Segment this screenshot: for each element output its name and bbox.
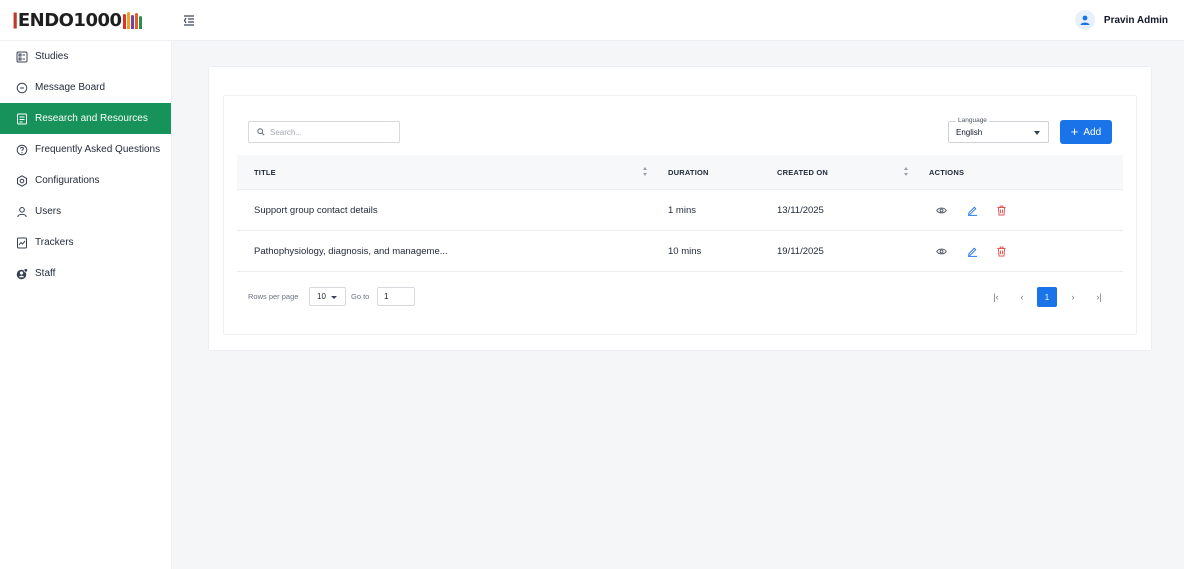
sidebar-item-staff[interactable]: Staff xyxy=(0,258,171,289)
column-header-created-on: CREATED ON xyxy=(777,168,829,177)
table-row: Support group contact details 1 mins 13/… xyxy=(237,190,1123,231)
chevron-down-icon xyxy=(1034,131,1040,135)
delete-icon[interactable] xyxy=(995,245,1007,257)
menu-toggle-icon[interactable] xyxy=(183,14,195,26)
sidebar-item-label: Studies xyxy=(35,51,69,62)
sidebar-item-studies[interactable]: Studies xyxy=(0,41,171,72)
resources-icon xyxy=(15,112,28,125)
sidebar-item-label: Staff xyxy=(35,268,56,279)
row-duration: 1 mins xyxy=(668,205,696,216)
goto-page-input[interactable] xyxy=(377,287,415,306)
sidebar-item-configurations[interactable]: Configurations xyxy=(0,165,171,196)
table-row: Pathophysiology, diagnosis, and manageme… xyxy=(237,231,1123,272)
delete-icon[interactable] xyxy=(995,204,1007,216)
edit-icon[interactable] xyxy=(966,204,978,216)
logo-people-icon xyxy=(122,11,143,29)
sidebar: Studies Message Board Research and Resou… xyxy=(0,41,172,569)
staff-icon xyxy=(15,267,28,280)
question-icon xyxy=(15,143,28,156)
studies-icon xyxy=(15,50,28,63)
sidebar-item-label: Trackers xyxy=(35,237,74,248)
user-menu[interactable]: Pravin Admin xyxy=(1074,10,1168,30)
sort-created-on-icon[interactable] xyxy=(904,167,910,177)
avatar xyxy=(1074,10,1095,30)
sidebar-item-label: Message Board xyxy=(35,82,106,93)
top-bar: ǀ ENDO1000 Pravin Admin xyxy=(0,0,1184,41)
user-name: Pravin Admin xyxy=(1103,14,1168,26)
view-icon[interactable] xyxy=(935,245,947,257)
next-page-icon[interactable]: › xyxy=(1063,287,1083,307)
gear-icon xyxy=(15,174,28,187)
sidebar-item-research-and-resources[interactable]: Research and Resources xyxy=(0,103,171,134)
add-button[interactable]: + Add xyxy=(1060,120,1112,144)
sidebar-item-label: Users xyxy=(35,206,62,217)
column-header-actions: ACTIONS xyxy=(929,168,965,177)
search-input[interactable] xyxy=(270,127,390,137)
chevron-down-icon xyxy=(331,296,337,299)
column-header-title: TITLE xyxy=(254,168,276,177)
sidebar-item-trackers[interactable]: Trackers xyxy=(0,227,171,258)
sidebar-item-label: Configurations xyxy=(35,175,100,186)
row-created-on: 19/11/2025 xyxy=(777,246,824,257)
message-icon xyxy=(15,81,28,94)
plus-icon: + xyxy=(1070,124,1079,139)
edit-icon[interactable] xyxy=(966,245,978,257)
search-box[interactable] xyxy=(248,121,400,143)
language-select[interactable]: Language English xyxy=(948,117,1049,143)
row-title: Support group contact details xyxy=(254,205,378,216)
rows-per-page-select[interactable]: 10 xyxy=(309,287,346,306)
sidebar-item-message-board[interactable]: Message Board xyxy=(0,72,171,103)
rows-per-page-label: Rows per page xyxy=(248,292,299,301)
user-icon xyxy=(15,205,28,218)
language-value: English xyxy=(956,128,983,137)
row-duration: 10 mins xyxy=(668,246,702,257)
sort-title-icon[interactable] xyxy=(643,167,649,177)
add-button-label: Add xyxy=(1083,126,1102,138)
sidebar-item-label: Research and Resources xyxy=(35,113,148,124)
table-header: TITLE DURATION CREATED ON ACTIONS xyxy=(237,155,1123,190)
language-label: Language xyxy=(956,117,989,124)
row-created-on: 13/11/2025 xyxy=(777,205,824,216)
brand-logo[interactable]: ǀ ENDO1000 xyxy=(12,9,143,31)
view-icon[interactable] xyxy=(935,204,947,216)
goto-label: Go to xyxy=(351,292,370,301)
search-icon xyxy=(257,128,265,136)
first-page-icon[interactable]: |‹ xyxy=(986,287,1006,307)
sidebar-item-label: Frequently Asked Questions xyxy=(35,144,161,155)
prev-page-icon[interactable]: ‹ xyxy=(1012,287,1032,307)
tracker-icon xyxy=(15,236,28,249)
page-button-current[interactable]: 1 xyxy=(1037,287,1057,307)
row-title: Pathophysiology, diagnosis, and manageme… xyxy=(254,246,448,257)
sidebar-item-users[interactable]: Users xyxy=(0,196,171,227)
logo-text: ENDO1000 xyxy=(17,9,122,31)
sidebar-item-faq[interactable]: Frequently Asked Questions xyxy=(0,134,171,165)
user-avatar-icon xyxy=(1080,15,1090,25)
column-header-duration: DURATION xyxy=(668,168,709,177)
rows-per-page-value: 10 xyxy=(317,292,326,301)
last-page-icon[interactable]: ›| xyxy=(1089,287,1109,307)
